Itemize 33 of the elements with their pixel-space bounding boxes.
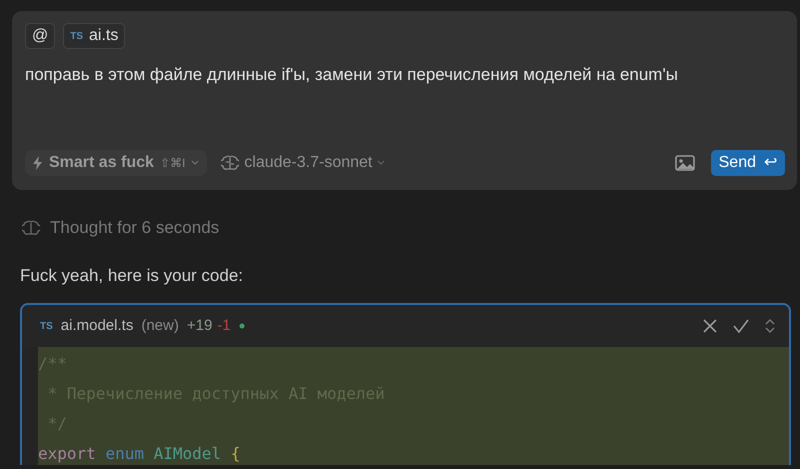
- reply-text: Fuck yeah, here is your code:: [20, 264, 244, 286]
- code-line: /**: [38, 353, 68, 375]
- expand-button[interactable]: [765, 318, 775, 334]
- lightning-icon: [33, 156, 43, 170]
- removed-count: -1: [217, 316, 231, 336]
- image-button[interactable]: [674, 155, 695, 171]
- file-status: (new): [141, 316, 179, 336]
- message-text: поправь в этом файле длинные if'ы, замени эти перечисления моделей на enum'ы: [25, 64, 679, 86]
- mode-dropdown[interactable]: Smart as fuck ⇧⌘I: [25, 150, 208, 176]
- check-icon: [733, 319, 749, 333]
- thought-status[interactable]: Thought for 6 seconds: [50, 215, 220, 240]
- reject-button[interactable]: [703, 319, 717, 333]
- code-line: */: [46, 413, 68, 435]
- status-dot-icon: [238, 323, 245, 329]
- brain-icon: [22, 220, 40, 236]
- file-name[interactable]: ai.model.ts: [60, 314, 134, 338]
- brain-icon: [221, 155, 240, 171]
- chevron-icon: [191, 160, 200, 166]
- shortcut-text: ⇧⌘I: [160, 155, 186, 172]
- enter-key-text: ↩: [764, 153, 777, 173]
- chevron-icon: [377, 160, 386, 166]
- accept-button[interactable]: [733, 319, 749, 333]
- image-icon: [674, 155, 695, 171]
- model-dropdown[interactable]: claude-3.7-sonnet: [215, 151, 392, 175]
- typescript-icon: TS: [70, 28, 84, 44]
- file-chip[interactable]: TS ai.ts: [63, 23, 126, 49]
- mention-button[interactable]: @: [25, 23, 56, 49]
- close-icon: [703, 319, 717, 333]
- expand-icon: [765, 318, 775, 334]
- send-button[interactable]: Send ↩: [710, 150, 785, 176]
- added-count: +19: [186, 316, 212, 336]
- code-line: export enum AIModel {: [38, 443, 242, 465]
- typescript-icon: TS: [40, 318, 53, 334]
